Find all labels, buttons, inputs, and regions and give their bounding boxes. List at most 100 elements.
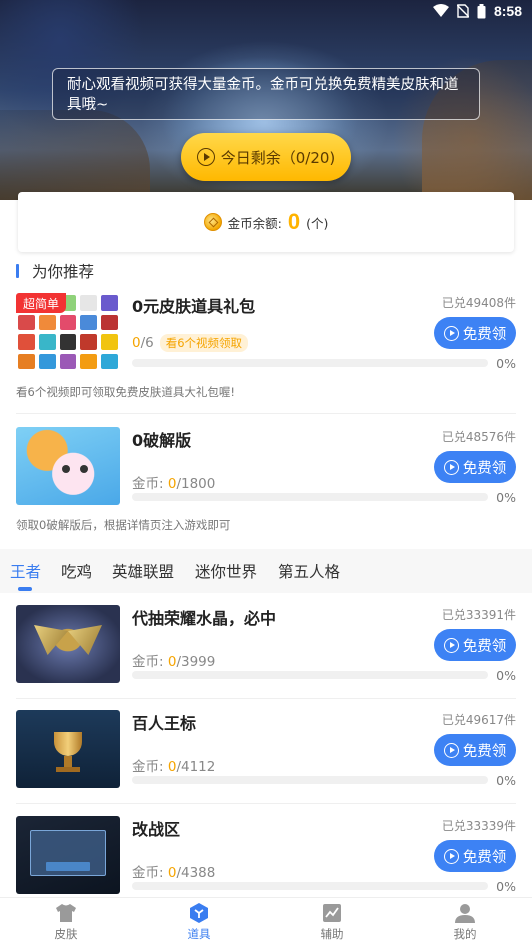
wifi-icon <box>432 4 449 17</box>
section-title-text: 为你推荐 <box>32 263 95 281</box>
bottom-nav: 皮肤 道具 辅助 我的 <box>0 897 532 947</box>
tab-lol[interactable]: 英雄联盟 <box>112 560 174 582</box>
progress-percent: 0% <box>496 490 516 505</box>
item-name: 代抽荣耀水晶，必中 <box>132 609 277 628</box>
thumbnail-eye-detail <box>80 465 88 473</box>
thumbnail-cup-detail <box>54 732 82 756</box>
nav-label: 道具 <box>187 927 211 941</box>
item-progress-text: 0/6 看6个视频领取 <box>132 334 249 352</box>
watch-video-tag: 看6个视频领取 <box>159 334 249 352</box>
progress-percent: 0% <box>496 879 516 894</box>
thumbnail-button-detail <box>46 862 90 871</box>
balance-label: 金币余额: <box>227 215 282 231</box>
divider <box>16 803 516 804</box>
progress-current: 0 <box>132 335 141 351</box>
progress-bar <box>132 359 488 367</box>
progress-bar <box>132 493 488 501</box>
item-name: 改战区 <box>132 820 181 839</box>
tab-mini-world[interactable]: 迷你世界 <box>195 560 257 582</box>
item-name: 0元皮肤道具礼包 <box>132 297 256 316</box>
nav-label: 辅助 <box>320 927 344 941</box>
progress-bar <box>132 671 488 679</box>
play-icon <box>443 637 459 653</box>
coins-total: /4388 <box>176 865 216 881</box>
coins-label: 金币: <box>132 759 168 775</box>
status-time: 8:58 <box>493 3 522 19</box>
free-claim-button[interactable]: 免费领 <box>434 317 516 349</box>
item-redeemed-count: 已兑49617件 <box>441 713 516 727</box>
progress-bar <box>132 776 488 784</box>
coins-label: 金币: <box>132 865 168 881</box>
progress-percent: 0% <box>496 773 516 788</box>
trophy-thumbnail <box>16 710 120 788</box>
chart-icon <box>321 902 343 924</box>
list-item[interactable]: 0破解版 已兑48576件 免费领 金币: 0/1800 0% 领取0破解版后，… <box>16 427 516 537</box>
status-bar: 8:58 <box>0 0 532 24</box>
list-item[interactable]: 超简单 0元皮肤道具礼包 已兑49408件 免费领 0/6 看6个视频领取 0% … <box>16 293 516 403</box>
tab-identity-v[interactable]: 第五人格 <box>278 560 340 582</box>
list-item[interactable]: 代抽荣耀水晶，必中 已兑33391件 免费领 金币: 0/3999 0% <box>16 605 516 687</box>
free-claim-button[interactable]: 免费领 <box>434 840 516 872</box>
cube-icon <box>188 902 210 924</box>
section-accent-bar <box>16 264 19 278</box>
play-icon <box>443 325 459 341</box>
play-icon <box>443 742 459 758</box>
coin-icon <box>203 213 222 231</box>
free-claim-label: 免费领 <box>462 638 507 655</box>
progress-total: /6 <box>140 335 154 351</box>
shirt-icon <box>55 902 77 924</box>
crystal-crest-thumbnail <box>16 605 120 683</box>
coin-balance-card: 金币余额: 0 (个) <box>18 192 514 252</box>
hero-notice: 耐心观看视频可获得大量金币。金币可兑换免费精美皮肤和道具哦~ <box>52 68 480 120</box>
balance-value: 0 <box>287 209 301 234</box>
coins-total: /1800 <box>176 476 216 492</box>
item-redeemed-count: 已兑33391件 <box>441 608 516 622</box>
item-coin-cost: 金币: 0/4388 <box>132 861 215 881</box>
play-icon <box>443 459 459 475</box>
item-description: 看6个视频即可领取免费皮肤道具大礼包喔! <box>16 385 235 399</box>
thumbnail-eye-detail <box>62 465 70 473</box>
free-claim-button[interactable]: 免费领 <box>434 451 516 483</box>
list-item[interactable]: 百人王标 已兑49617件 免费领 金币: 0/4112 0% <box>16 710 516 792</box>
cute-character-thumbnail <box>16 427 120 505</box>
item-redeemed-count: 已兑49408件 <box>441 296 516 310</box>
divider <box>16 413 516 414</box>
tab-wangzhe[interactable]: 王者 <box>10 560 41 582</box>
nav-item-skin[interactable]: 皮肤 <box>26 902 106 942</box>
list-item[interactable]: 改战区 已兑33339件 免费领 金币: 0/4388 0% <box>16 816 516 898</box>
hero-rock-art-left <box>0 110 150 200</box>
nav-label: 我的 <box>453 927 477 941</box>
easy-badge: 超简单 <box>16 293 66 313</box>
free-claim-button[interactable]: 免费领 <box>434 734 516 766</box>
battery-icon <box>477 3 486 18</box>
item-redeemed-count: 已兑48576件 <box>441 430 516 444</box>
hero-banner: 8:58 耐心观看视频可获得大量金币。金币可兑换免费精美皮肤和道具哦~ 今日剩余… <box>0 0 532 200</box>
coins-total: /4112 <box>176 759 216 775</box>
nav-item-mine[interactable]: 我的 <box>425 902 505 942</box>
tab-chiji[interactable]: 吃鸡 <box>61 560 92 582</box>
server-change-thumbnail <box>16 816 120 894</box>
play-icon <box>443 848 459 864</box>
game-tabs: 王者 吃鸡 英雄联盟 迷你世界 第五人格 <box>0 549 532 593</box>
no-sim-icon <box>456 4 469 18</box>
progress-percent: 0% <box>496 356 516 371</box>
divider <box>16 698 516 699</box>
item-coin-cost: 金币: 0/3999 <box>132 650 215 670</box>
coins-label: 金币: <box>132 654 168 670</box>
item-description: 领取0破解版后，根据详情页注入游戏即可 <box>16 518 231 532</box>
play-icon <box>196 148 215 166</box>
thumbnail-wing-detail <box>34 625 68 655</box>
item-coin-cost: 金币: 0/4112 <box>132 755 215 775</box>
item-name: 百人王标 <box>132 714 197 733</box>
free-claim-button[interactable]: 免费领 <box>434 629 516 661</box>
balance-unit: (个) <box>306 215 329 231</box>
nav-item-props[interactable]: 道具 <box>159 902 239 942</box>
progress-percent: 0% <box>496 668 516 683</box>
nav-label: 皮肤 <box>54 927 78 941</box>
nav-item-assist[interactable]: 辅助 <box>292 902 372 942</box>
today-remaining-button[interactable]: 今日剩余（0/20) <box>181 133 351 181</box>
free-claim-label: 免费领 <box>462 849 507 866</box>
free-claim-label: 免费领 <box>462 326 507 343</box>
item-name: 0破解版 <box>132 431 192 450</box>
today-remaining-label: 今日剩余（0/20) <box>220 148 336 167</box>
